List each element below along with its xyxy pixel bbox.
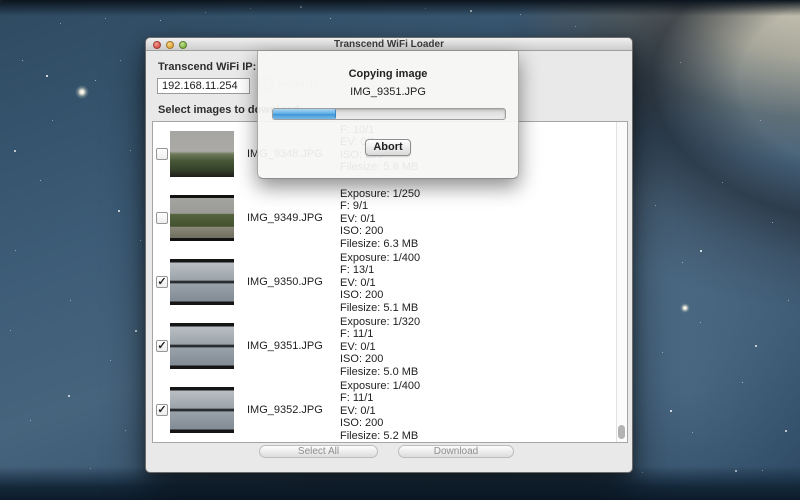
list-item: ✓ IMG_9350.JPG Exposure: 1/400 F: 13/1 E…	[153, 250, 627, 314]
exif-line: Filesize: 5.0 MB	[340, 366, 420, 378]
copying-dialog: Copying image IMG_9351.JPG Abort	[257, 51, 519, 179]
image-exif-meta: Exposure: 1/320 F: 11/1 EV: 0/1 ISO: 200…	[340, 316, 420, 378]
image-checkbox[interactable]	[156, 212, 168, 224]
exif-line: Filesize: 5.1 MB	[340, 302, 420, 314]
exif-line: F: 11/1	[340, 328, 420, 340]
exif-line: F: 9/1	[340, 200, 420, 212]
image-exif-meta: Exposure: 1/400 F: 13/1 EV: 0/1 ISO: 200…	[340, 252, 420, 314]
exif-line: Exposure: 1/250	[340, 188, 420, 200]
abort-button[interactable]: Abort	[365, 139, 411, 156]
exif-line: F: 11/1	[340, 392, 420, 404]
copying-filename: IMG_9351.JPG	[258, 86, 518, 98]
image-exif-meta: Exposure: 1/400 F: 11/1 EV: 0/1 ISO: 200…	[340, 380, 420, 442]
photo-thumbnail	[170, 259, 234, 305]
image-checkbox[interactable]	[156, 148, 168, 160]
window-titlebar[interactable]: Transcend WiFi Loader	[146, 38, 632, 51]
exif-line: Filesize: 5.2 MB	[340, 430, 420, 442]
exif-line: ISO: 200	[340, 417, 420, 429]
bright-star	[75, 85, 89, 99]
window-title: Transcend WiFi Loader	[146, 39, 632, 50]
image-filename: IMG_9350.JPG	[247, 276, 323, 288]
exif-line: EV: 0/1	[340, 341, 420, 353]
image-checkbox[interactable]: ✓	[156, 340, 168, 352]
exif-line: Exposure: 1/320	[340, 316, 420, 328]
exif-line: F: 13/1	[340, 264, 420, 276]
exif-line: Exposure: 1/400	[340, 380, 420, 392]
list-item: ✓ IMG_9352.JPG Exposure: 1/400 F: 11/1 E…	[153, 378, 627, 442]
list-item: ✓ IMG_9351.JPG Exposure: 1/320 F: 11/1 E…	[153, 314, 627, 378]
exif-line: EV: 0/1	[340, 213, 420, 225]
vertical-scrollbar[interactable]	[616, 122, 627, 442]
exif-line: Filesize: 6.3 MB	[340, 238, 420, 250]
exif-line: Exposure: 1/400	[340, 252, 420, 264]
image-checkbox[interactable]: ✓	[156, 276, 168, 288]
photo-thumbnail	[170, 195, 234, 241]
list-item: IMG_9349.JPG Exposure: 1/250 F: 9/1 EV: …	[153, 186, 627, 250]
exif-line: ISO: 200	[340, 225, 420, 237]
copy-progress-bar	[272, 108, 506, 120]
exif-line: ISO: 200	[340, 353, 420, 365]
image-exif-meta: Exposure: 1/250 F: 9/1 EV: 0/1 ISO: 200 …	[340, 188, 420, 250]
download-button[interactable]: Download	[398, 445, 514, 458]
exif-line: EV: 0/1	[340, 277, 420, 289]
photo-thumbnail	[170, 323, 234, 369]
photo-thumbnail	[170, 131, 234, 177]
exif-line: EV: 0/1	[340, 405, 420, 417]
image-filename: IMG_9349.JPG	[247, 212, 323, 224]
image-filename: IMG_9352.JPG	[247, 404, 323, 416]
ip-address-input[interactable]	[157, 78, 250, 94]
wallpaper-top-shade	[0, 0, 800, 16]
copy-progress-fill	[273, 109, 336, 119]
image-filename: IMG_9351.JPG	[247, 340, 323, 352]
photo-thumbnail	[170, 387, 234, 433]
app-window: Transcend WiFi Loader Transcend WiFi IP:…	[145, 37, 633, 473]
exif-line: ISO: 200	[340, 289, 420, 301]
dialog-title: Copying image	[258, 68, 518, 80]
ip-field-label: Transcend WiFi IP:	[158, 61, 256, 73]
scrollbar-thumb[interactable]	[618, 425, 625, 439]
bright-star	[680, 303, 690, 313]
select-all-button[interactable]: Select All	[259, 445, 378, 458]
image-checkbox[interactable]: ✓	[156, 404, 168, 416]
